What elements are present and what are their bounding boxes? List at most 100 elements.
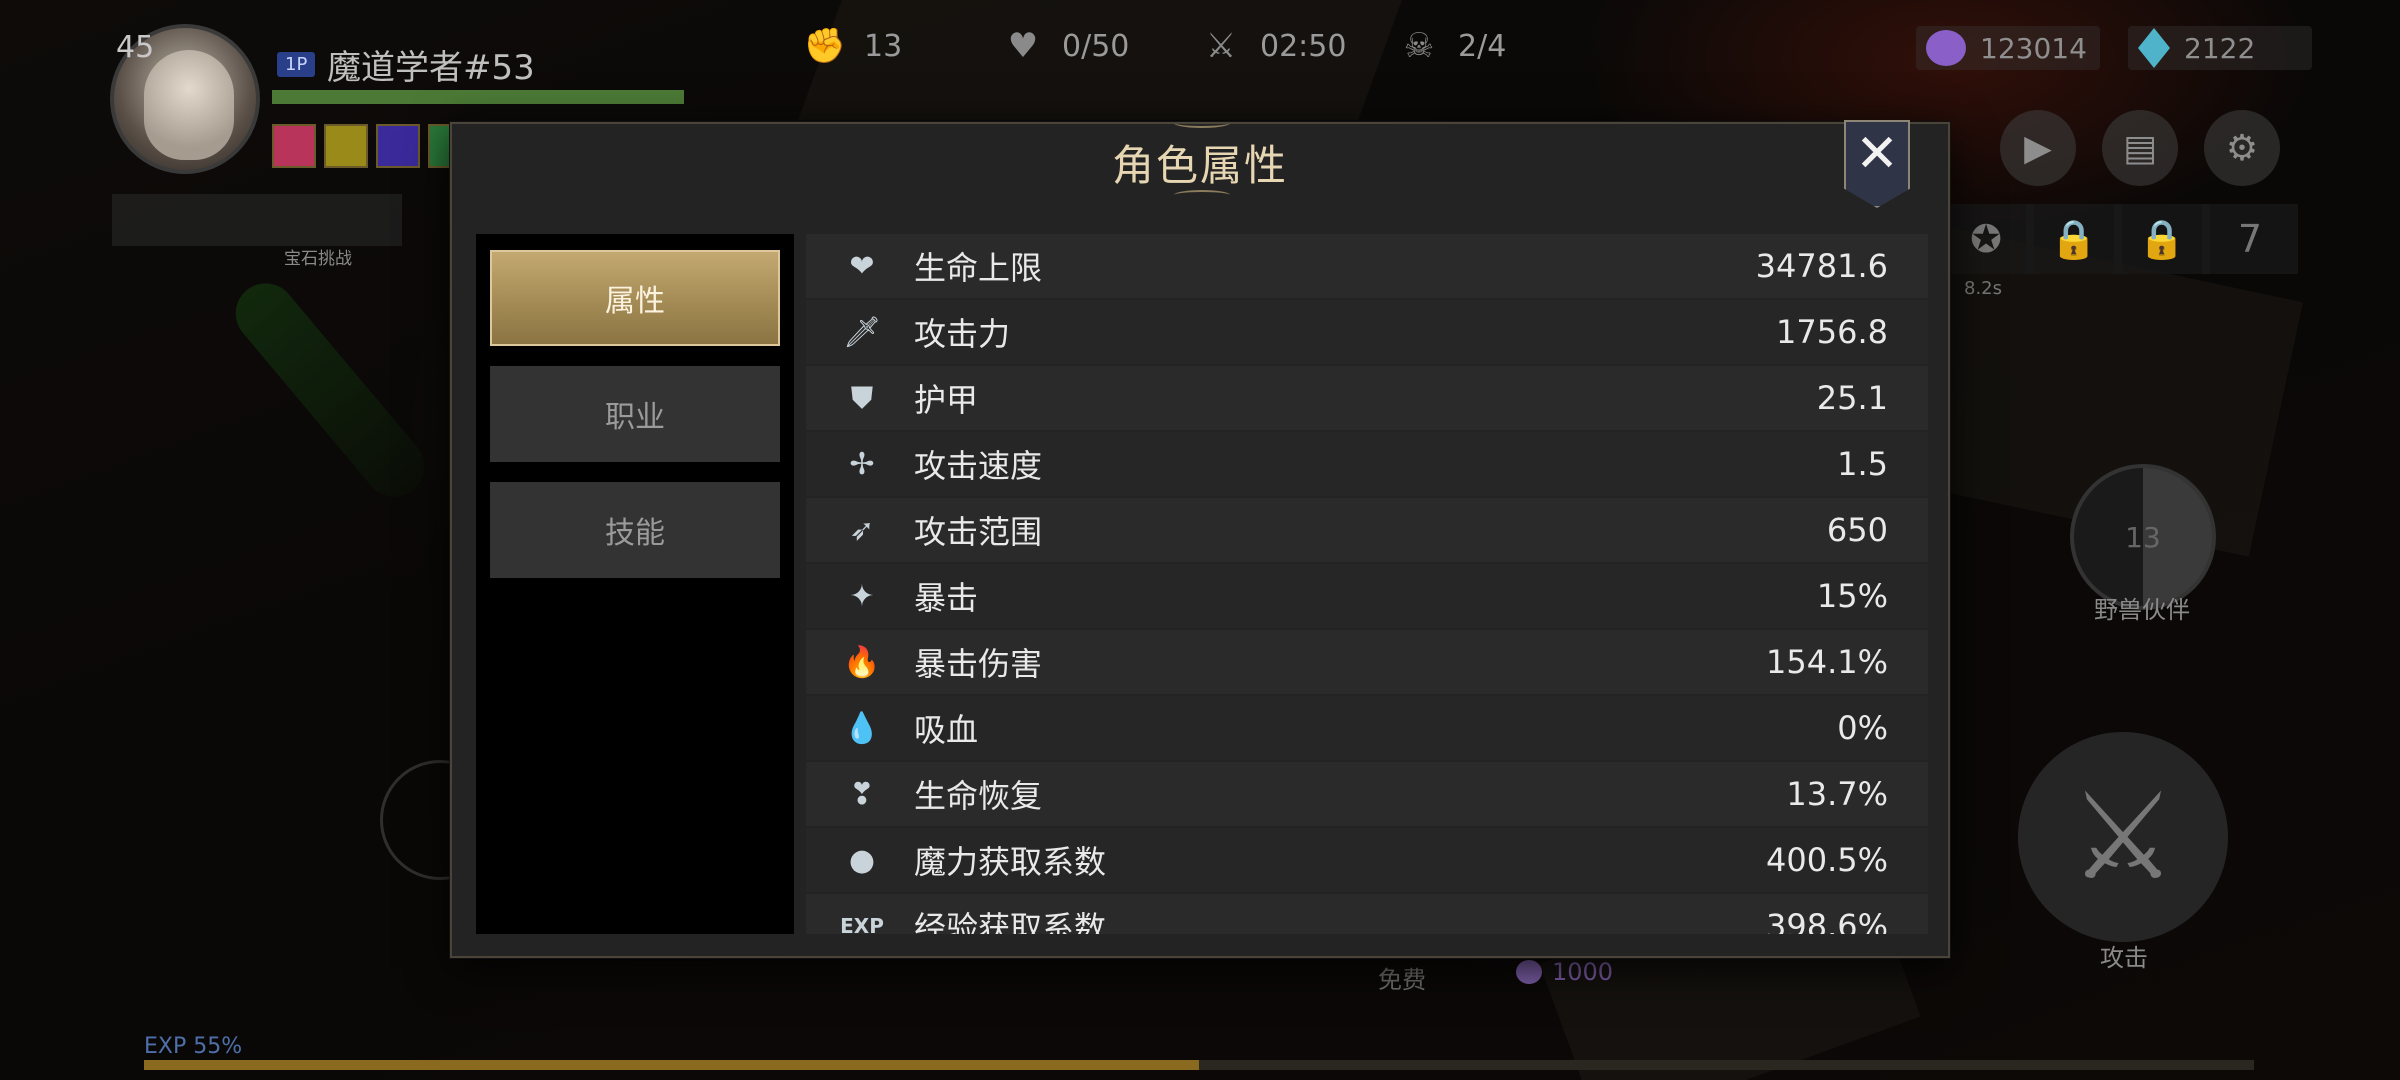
skill-slot-4[interactable]: 7 [2202,204,2298,274]
cyan-crystal-icon [2138,28,2170,68]
player-hp-bar [272,90,684,104]
exp-icon: EXP [840,914,884,934]
attribute-row: ➶ 攻击范围 650 [806,498,1928,562]
heart-pulse-icon: ♥ [1007,26,1039,66]
attribute-name: 攻击速度 [914,447,1043,485]
blood-drop-icon: 💧 [843,710,881,746]
attack-button[interactable]: ⚔ [2018,732,2228,942]
purple-gem-icon [1516,960,1542,984]
gear-icon: ⚙ [2225,127,2259,169]
quest-tabs[interactable] [112,194,402,246]
stat-kills: ✊ 13 [800,24,902,68]
exp-label: EXP 55% [144,1034,243,1059]
heart-plus-icon: ❣ [849,776,875,812]
attribute-name: 暴击伤害 [914,645,1043,683]
critical-strike-icon: ✦ [849,578,875,614]
attribute-value: 15% [1816,577,1888,615]
skill-emblem-icon: ✪ [1970,217,2002,261]
inventory-button[interactable]: ▤ [2102,110,2178,186]
character-attributes-dialog: 角色属性 ✕ 属性 职业 技能 ❤ 生命上限 34781.6 🗡 攻击力 1756.8 ⛊ 护… [450,120,1950,958]
attribute-row: ✦ 暴击 15% [806,564,1928,628]
player-level: 45 [116,30,155,65]
attribute-row: 🗡 攻击力 1756.8 [806,300,1928,364]
buff-spiral-icon[interactable] [376,124,420,168]
stat-timer: ⚔ 02:50 [1196,24,1347,68]
slot-number: 7 [2237,217,2263,261]
attribute-value: 34781.6 [1755,247,1888,285]
play-button[interactable]: ▶ [2000,110,2076,186]
stat-kills-value: 13 [864,28,903,64]
tab-skills[interactable]: 技能 [490,482,780,578]
refresh-cost: 1000 [1516,958,1613,986]
mana-orb-icon: ● [848,842,876,878]
crossed-swords-icon: ⚔ [1205,26,1237,66]
gem-challenge-label: 宝石挑战 [284,249,352,269]
flame-icon: 🔥 [843,644,881,680]
attribute-value: 25.1 [1816,379,1888,417]
attribute-row: EXP 经验获取系数 398.6% [806,894,1928,934]
lock-icon: 🔒 [2050,216,2098,261]
skill-slot-2[interactable]: 🔒 [2026,204,2122,274]
attribute-value: 1.5 [1837,445,1888,483]
attribute-name: 魔力获取系数 [914,843,1107,881]
beast-companion-label: 野兽伙伴 [2094,596,2190,624]
attribute-name: 攻击力 [914,315,1011,353]
attribute-name: 暴击 [914,579,979,617]
attribute-value: 13.7% [1786,775,1888,813]
player-slot-tag: 1P [277,52,316,77]
arrow-range-icon: ➶ [849,512,875,548]
dialog-title: 角色属性 [1111,141,1288,190]
stat-timer-value: 02:50 [1260,28,1347,64]
attribute-row: 💧 吸血 0% [806,696,1928,760]
attribute-value: 398.6% [1765,907,1888,934]
attribute-value: 1756.8 [1776,313,1888,351]
attribute-row: ✢ 攻击速度 1.5 [806,432,1928,496]
attribute-value: 154.1% [1765,643,1888,681]
attribute-row: ⛊ 护甲 25.1 [806,366,1928,430]
skill-slot-3[interactable]: 🔒 [2114,204,2210,274]
attribute-row: 🔥 暴击伤害 154.1% [806,630,1928,694]
purple-gem-icon [1926,30,1966,66]
beast-companion-button[interactable]: 13 [2070,464,2216,610]
avatar-portrait [144,50,234,160]
gem-currency-value: 123014 [1980,31,2087,65]
shield-icon: ⛊ [850,380,874,416]
buff-heart-icon[interactable] [272,124,316,168]
attribute-name: 护甲 [914,381,979,419]
demon-mask-icon: ☠ [1403,26,1435,66]
attribute-value: 650 [1826,511,1888,549]
buff-paw-icon[interactable] [324,124,368,168]
fist-icon: ✊ [803,26,847,66]
skill-cooldown: 8.2s [1964,278,2003,299]
beast-count: 13 [2125,520,2161,554]
tab-class[interactable]: 职业 [490,366,780,462]
settings-button[interactable]: ⚙ [2204,110,2280,186]
sword-icon: 🗡 [842,314,882,350]
attribute-name: 攻击范围 [914,513,1043,551]
title-ornament-top [1174,118,1230,128]
lock-icon: 🔒 [2138,216,2186,261]
tab-attributes[interactable]: 属性 [490,250,780,346]
free-label: 免费 [1378,966,1426,994]
attribute-value: 400.5% [1765,841,1888,879]
stat-health: ♥ 0/50 [998,24,1130,68]
gem-currency: 123014 [1926,28,2087,68]
attribute-name: 经验获取系数 [914,909,1107,934]
tab-panel: 属性 职业 技能 [476,234,794,934]
attribute-value: 0% [1837,709,1888,747]
player-name: 魔道学者#53 [327,48,535,88]
attribute-list[interactable]: ❤ 生命上限 34781.6 🗡 攻击力 1756.8 ⛊ 护甲 25.1 ✢ 攻击速度 1.5 ➶ 攻击… [806,234,1928,934]
heart-icon: ❤ [849,248,875,284]
attribute-name: 生命上限 [914,249,1043,287]
crystal-currency-value: 2122 [2184,31,2256,65]
attribute-name: 生命恢复 [914,777,1043,815]
skill-slot-1[interactable]: ✪ [1938,204,2034,274]
sword-icon: ⚔ [2069,767,2177,907]
attribute-row: ❤ 生命上限 34781.6 [806,234,1928,298]
close-button[interactable]: ✕ [1844,120,1910,208]
close-icon: ✕ [1855,124,1899,184]
exp-bar [144,1060,2254,1070]
chest-icon: ▤ [2122,127,2157,169]
attack-label: 攻击 [2100,944,2148,972]
winged-sword-icon: ✢ [849,446,875,482]
